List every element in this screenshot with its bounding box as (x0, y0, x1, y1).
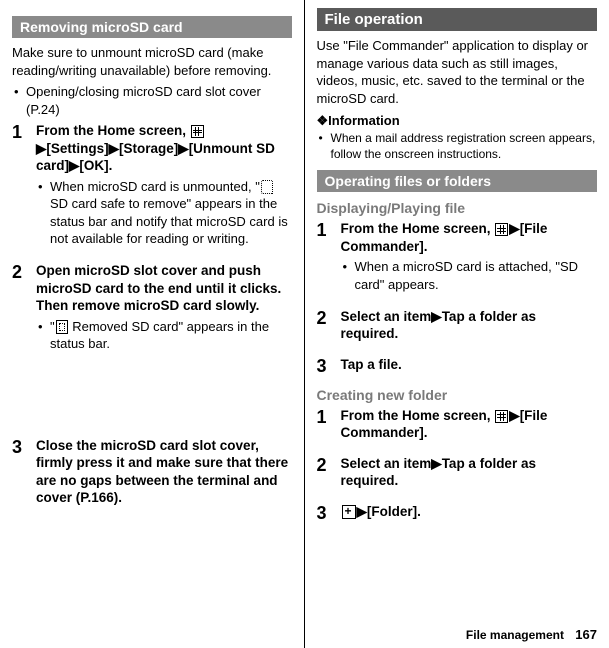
page-footer: File management 167 (466, 627, 597, 642)
step-1: 1 From the Home screen, ▶[Settings]▶[Sto… (12, 122, 292, 252)
t: From the Home screen, (341, 408, 495, 423)
t: Select an item (341, 456, 432, 471)
step-number: 1 (317, 220, 341, 297)
t: From the Home screen, (36, 123, 190, 138)
create-step-3: 3 ▶[Folder]. (317, 503, 598, 524)
d-step1-sub: When a microSD card is attached, "SD car… (341, 258, 598, 293)
intro-text: Make sure to unmount microSD card (make … (12, 44, 292, 79)
tri-icon: ▶ (431, 309, 441, 324)
apps-grid-icon (191, 125, 204, 138)
t: [Folder]. (367, 504, 421, 519)
step-number: 1 (317, 407, 341, 445)
step-number: 1 (12, 122, 36, 252)
sub-creating: Creating new folder (317, 387, 598, 403)
t: [OK]. (79, 158, 112, 173)
footer-section: File management (466, 628, 564, 642)
d-step2-title: Select an item▶Tap a folder as required. (341, 308, 598, 343)
note-open-close: Opening/closing microSD card slot cover … (12, 83, 292, 118)
step1-title: From the Home screen, ▶[Settings]▶[Stora… (36, 122, 292, 175)
info-text: When a mail address registration screen … (317, 131, 598, 162)
step3-title: Close the microSD card slot cover, firml… (36, 437, 292, 507)
step-2: 2 Open microSD slot cover and push micro… (12, 262, 292, 357)
tri-icon: ▶ (509, 221, 519, 236)
create-step-2: 2 Select an item▶Tap a folder as require… (317, 455, 598, 493)
t: SD card safe to remove" appears in the s… (50, 196, 288, 246)
apps-grid-icon (495, 223, 508, 236)
sd-safe-icon (261, 180, 273, 194)
plus-box-icon (342, 505, 356, 519)
tri-icon: ▶ (509, 408, 519, 423)
tri-icon: ▶ (357, 504, 367, 519)
step2-sub: " Removed SD card" appears in the status… (36, 318, 292, 353)
tri-icon: ▶ (109, 141, 119, 156)
step-number: 2 (317, 455, 341, 493)
create-step-1: 1 From the Home screen, ▶[File Commander… (317, 407, 598, 445)
display-step-2: 2 Select an item▶Tap a folder as require… (317, 308, 598, 346)
c-step3-title: ▶[Folder]. (341, 503, 598, 521)
tri-icon: ▶ (69, 158, 79, 173)
apps-grid-icon (495, 410, 508, 423)
info-label: ❖Information (317, 113, 598, 129)
t: [Storage] (119, 141, 178, 156)
sub-displaying: Displaying/Playing file (317, 200, 598, 216)
d-step1-title: From the Home screen, ▶[File Commander]. (341, 220, 598, 255)
step-number: 2 (12, 262, 36, 357)
step-3: 3 Close the microSD card slot cover, fir… (12, 437, 292, 510)
t: Removed SD card" appears in the status b… (50, 319, 269, 352)
step2-title: Open microSD slot cover and push microSD… (36, 262, 292, 315)
heading-operating-files: Operating files or folders (317, 170, 598, 192)
d-step3-title: Tap a file. (341, 356, 598, 374)
page-number: 167 (575, 627, 597, 642)
heading-file-operation: File operation (317, 8, 598, 31)
step-number: 3 (317, 503, 341, 524)
display-step-1: 1 From the Home screen, ▶[File Commander… (317, 220, 598, 297)
heading-removing-sd: Removing microSD card (12, 16, 292, 38)
t: " (50, 319, 55, 334)
step1-sub: When microSD card is unmounted, " SD car… (36, 178, 292, 248)
tri-icon: ▶ (178, 141, 188, 156)
file-op-intro: Use "File Commander" application to disp… (317, 37, 598, 107)
c-step1-title: From the Home screen, ▶[File Commander]. (341, 407, 598, 442)
t: From the Home screen, (341, 221, 495, 236)
display-step-3: 3 Tap a file. (317, 356, 598, 377)
t: Select an item (341, 309, 432, 324)
tri-icon: ▶ (36, 141, 46, 156)
t: [Settings] (46, 141, 108, 156)
c-step2-title: Select an item▶Tap a folder as required. (341, 455, 598, 490)
tri-icon: ▶ (431, 456, 441, 471)
step-number: 2 (317, 308, 341, 346)
sd-removed-icon (56, 320, 68, 334)
t: When microSD card is unmounted, " (50, 179, 260, 194)
step-number: 3 (317, 356, 341, 377)
step-number: 3 (12, 437, 36, 510)
